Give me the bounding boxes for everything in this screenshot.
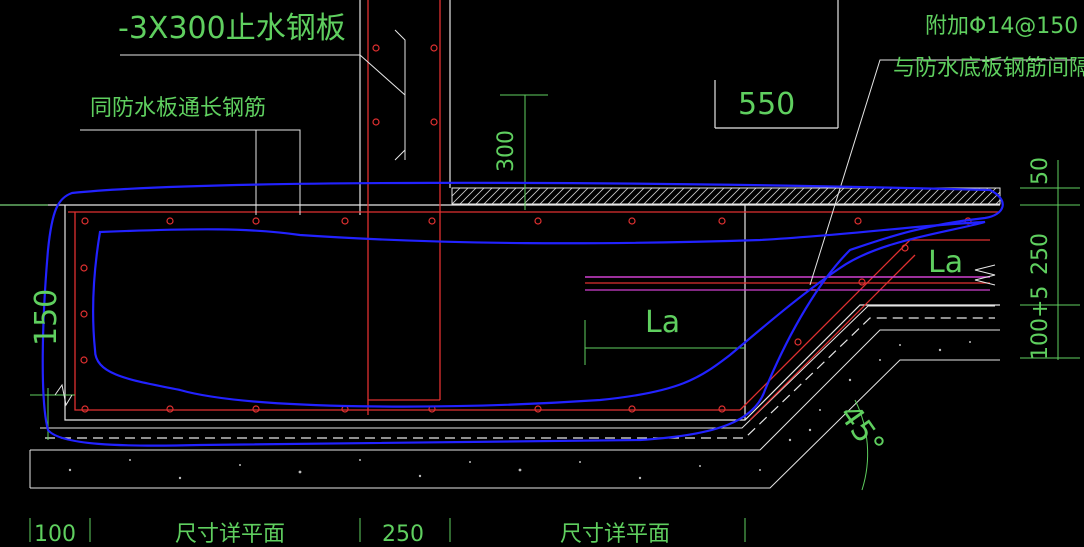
steel-plate-label: -3X300止水钢板: [118, 11, 346, 46]
through-rebar-label: 同防水板通长钢筋: [90, 96, 267, 121]
dim-150-label: 150: [29, 288, 64, 346]
dim-300-label: 300: [494, 130, 519, 172]
bottom-250-label: 250: [382, 522, 424, 547]
break-symbols: [54, 264, 996, 407]
bottom-100-label: 100: [34, 522, 76, 547]
bottom-text1-label: 尺寸详平面: [175, 522, 286, 547]
bottom-text2-label: 尺寸详平面: [560, 522, 671, 547]
rebar-lines: [68, 0, 1000, 421]
add-rebar-note-label: 与防水底板钢筋间隔布置: [893, 56, 1084, 81]
la-right-label: La: [928, 245, 964, 280]
screed-hatch: [451, 187, 1001, 205]
dim-550-label: 550: [738, 87, 796, 122]
add-rebar-label: 附加Φ14@150: [925, 14, 1079, 39]
dim-250-right-label: 250: [1028, 233, 1053, 275]
slab-outline: [0, 204, 1000, 421]
dim-50-label: 50: [1028, 157, 1053, 185]
la-left-label: La: [645, 305, 681, 340]
cad-drawing: [0, 0, 1080, 542]
dim-100-5-label: 100+5: [1028, 285, 1053, 360]
